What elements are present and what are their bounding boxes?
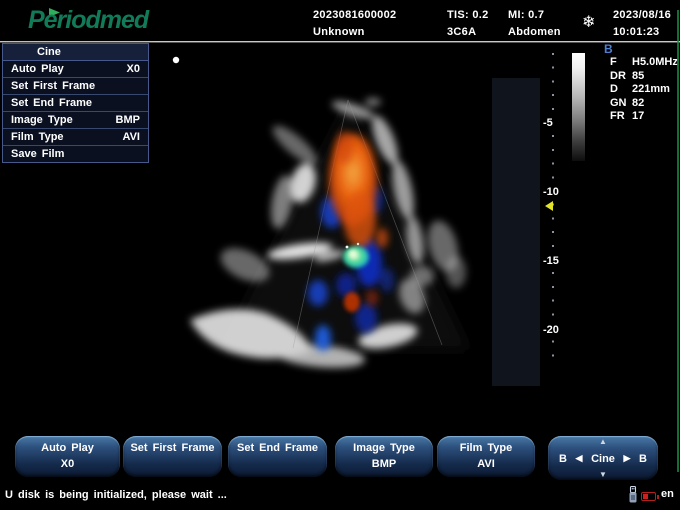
menu-item-label: Set First Frame xyxy=(11,78,95,94)
menu-item-value: AVI xyxy=(122,129,140,145)
menu-item-save-film[interactable]: Save Film xyxy=(3,146,148,162)
param-value: 221mm xyxy=(632,83,670,95)
system-time: 10:01:23 xyxy=(613,26,659,38)
cine-nav-center: Cine xyxy=(591,453,615,465)
button-label: Auto Play xyxy=(15,442,120,454)
exam-preset: Abdomen xyxy=(508,26,561,38)
param-value: 17 xyxy=(632,110,644,122)
brand-logo: Periodmed xyxy=(28,6,148,35)
menu-item-value: X0 xyxy=(127,61,140,77)
param-frequency: F H5.0MHz xyxy=(610,56,678,68)
status-message: U disk is being initialized, please wait… xyxy=(5,489,227,501)
param-label: GN xyxy=(610,97,632,109)
usb-drive-icon xyxy=(628,486,638,504)
button-value: X0 xyxy=(15,458,120,470)
button-label: Set First Frame xyxy=(123,442,222,454)
param-label: DR xyxy=(610,70,632,82)
menu-title: Cine xyxy=(3,44,148,61)
menu-item-label: Image Type xyxy=(11,112,73,128)
button-label: Set End Frame xyxy=(228,442,327,454)
menu-item-label: Auto Play xyxy=(11,61,64,77)
param-value: 85 xyxy=(632,70,644,82)
button-value: BMP xyxy=(335,458,433,470)
arrow-down-icon[interactable]: ▼ xyxy=(548,471,658,479)
param-label: FR xyxy=(610,110,632,122)
cine-context-menu: Cine Auto Play X0 Set First Frame Set En… xyxy=(2,43,149,163)
menu-item-set-end-frame[interactable]: Set End Frame xyxy=(3,95,148,112)
cine-nav-right-b[interactable]: B xyxy=(639,453,647,465)
topbar-separator xyxy=(0,41,680,42)
depth-label: -15 xyxy=(543,255,567,267)
param-frame-rate: FR 17 xyxy=(610,110,644,122)
probe-model: 3C6A xyxy=(447,26,476,38)
patient-name: Unknown xyxy=(313,26,365,38)
menu-item-label: Save Film xyxy=(11,146,64,162)
battery-low-icon xyxy=(641,492,656,501)
param-label: D xyxy=(610,83,632,95)
mi-value: MI: 0.7 xyxy=(508,9,544,21)
param-dynamic-range: DR 85 xyxy=(610,70,644,82)
param-depth: D 221mm xyxy=(610,83,670,95)
arrow-left-icon[interactable]: ◀ xyxy=(576,453,583,464)
freeze-snowflake-icon: ❄ xyxy=(582,12,595,32)
param-label: F xyxy=(610,56,632,68)
param-value: H5.0MHz xyxy=(632,56,678,68)
exam-id: 2023081600002 xyxy=(313,9,396,21)
language-indicator[interactable]: en xyxy=(661,488,674,500)
menu-item-auto-play[interactable]: Auto Play X0 xyxy=(3,61,148,78)
menu-item-label: Set End Frame xyxy=(11,95,92,111)
top-status-bar: Periodmed 2023081600002 Unknown TIS: 0.2… xyxy=(0,0,680,42)
depth-label: -10 xyxy=(543,186,567,198)
set-first-frame-button[interactable]: Set First Frame xyxy=(123,436,222,477)
cine-navigation-button[interactable]: ▲ B ◀ Cine ▶ B ▼ xyxy=(548,436,658,480)
right-edge-green-line xyxy=(677,10,679,472)
depth-label: -5 xyxy=(543,117,567,129)
set-end-frame-button[interactable]: Set End Frame xyxy=(228,436,327,477)
mode-indicator: B xyxy=(604,42,613,56)
menu-item-label: Film Type xyxy=(11,129,64,145)
ultrasound-image xyxy=(160,50,540,400)
system-date: 2023/08/16 xyxy=(613,9,671,21)
arrow-up-icon[interactable]: ▲ xyxy=(548,438,658,446)
film-type-button[interactable]: Film Type AVI xyxy=(437,436,535,477)
menu-item-image-type[interactable]: Image Type BMP xyxy=(3,112,148,129)
tis-value: TIS: 0.2 xyxy=(447,9,489,21)
grayscale-map-bar xyxy=(572,53,585,161)
status-bar: U disk is being initialized, please wait… xyxy=(0,482,680,510)
image-type-button[interactable]: Image Type BMP xyxy=(335,436,433,477)
cine-nav-left-b[interactable]: B xyxy=(559,453,567,465)
param-gain: GN 82 xyxy=(610,97,644,109)
auto-play-button[interactable]: Auto Play X0 xyxy=(15,436,120,477)
focus-position-marker[interactable] xyxy=(545,201,553,211)
menu-item-set-first-frame[interactable]: Set First Frame xyxy=(3,78,148,95)
button-label: Image Type xyxy=(335,442,433,454)
menu-item-film-type[interactable]: Film Type AVI xyxy=(3,129,148,146)
arrow-right-icon[interactable]: ▶ xyxy=(624,453,631,464)
menu-item-value: BMP xyxy=(116,112,140,128)
depth-label: -20 xyxy=(543,324,567,336)
param-value: 82 xyxy=(632,97,644,109)
button-label: Film Type xyxy=(437,442,535,454)
button-value: AVI xyxy=(437,458,535,470)
orientation-marker-dot xyxy=(173,57,179,63)
